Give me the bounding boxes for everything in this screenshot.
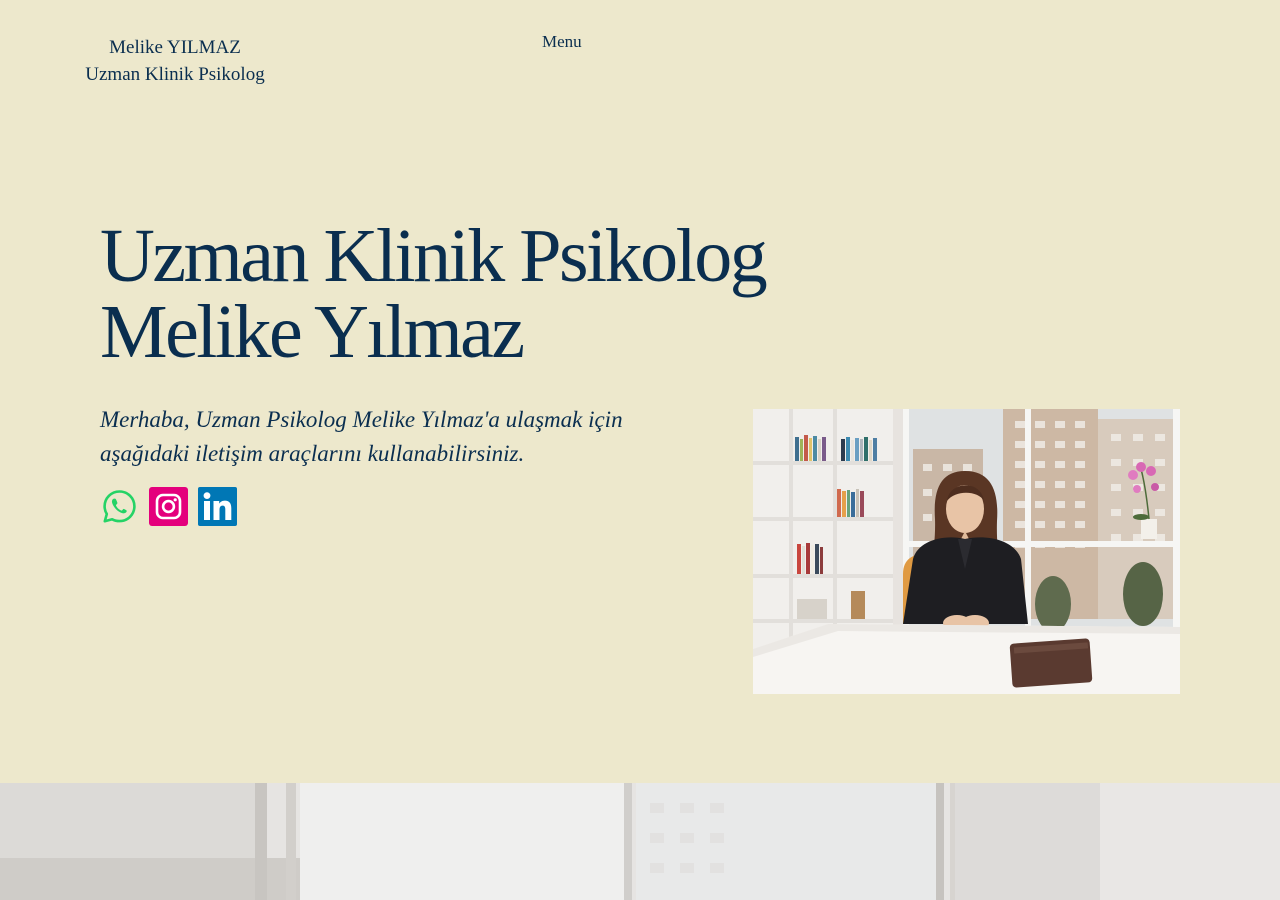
page-title: Uzman Klinik Psikolog Melike Yılmaz xyxy=(100,214,768,374)
background-strip xyxy=(0,783,1280,900)
menu-button[interactable]: Menu xyxy=(530,30,594,54)
social-bar xyxy=(100,487,237,526)
page-title-line2: Melike Yılmaz xyxy=(100,290,525,374)
whatsapp-icon[interactable] xyxy=(100,487,139,526)
portrait-photo xyxy=(753,409,1180,694)
intro-text: Merhaba, Uzman Psikolog Melike Yılmaz'a … xyxy=(100,403,700,471)
site-name-line1[interactable]: Melike YILMAZ xyxy=(80,34,270,61)
intro-text-line2: aşağıdaki iletişim araçlarını kullanabil… xyxy=(100,441,525,466)
site-name-line2[interactable]: Uzman Klinik Psikolog xyxy=(80,61,270,88)
page: Melike YILMAZ Uzman Klinik Psikolog Menu… xyxy=(0,0,1280,900)
intro-text-line1: Merhaba, Uzman Psikolog Melike Yılmaz'a … xyxy=(100,407,623,432)
linkedin-icon[interactable] xyxy=(198,487,237,526)
instagram-icon[interactable] xyxy=(149,487,188,526)
site-name[interactable]: Melike YILMAZ Uzman Klinik Psikolog xyxy=(80,34,270,88)
page-title-line1: Uzman Klinik Psikolog xyxy=(100,214,768,298)
